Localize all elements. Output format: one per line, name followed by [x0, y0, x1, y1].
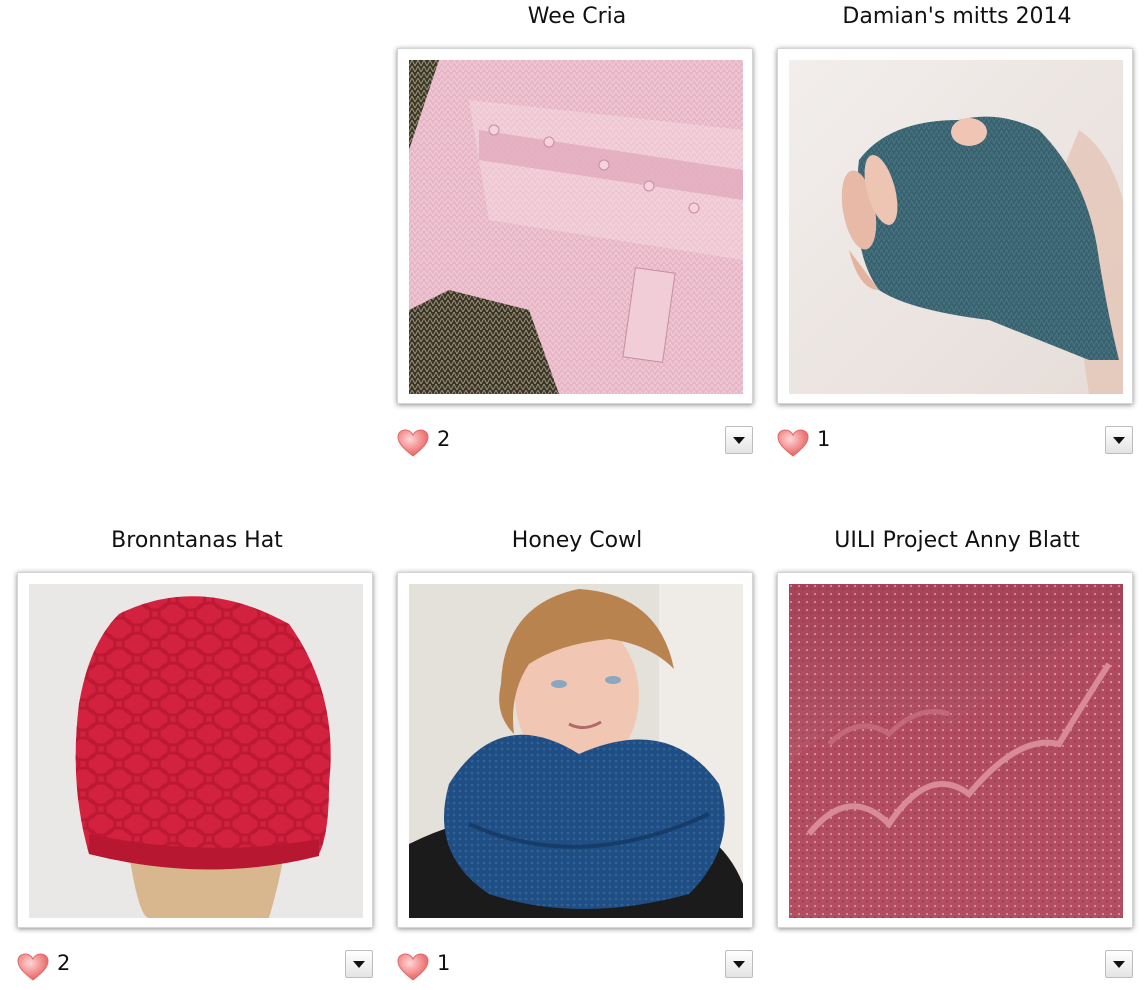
project-photo[interactable]: [789, 60, 1123, 394]
heart-icon[interactable]: [397, 429, 429, 457]
project-meta: 1: [777, 423, 1133, 457]
project-photo-frame[interactable]: [777, 572, 1133, 928]
project-meta: 2: [397, 423, 753, 457]
project-photo-frame[interactable]: [17, 572, 373, 928]
project-title[interactable]: Damian's mitts 2014: [777, 2, 1137, 32]
project-photo[interactable]: [789, 584, 1123, 918]
project-title[interactable]: Honey Cowl: [397, 526, 757, 556]
like-count[interactable]: 2: [57, 950, 70, 976]
project-title[interactable]: Wee Cria: [397, 2, 757, 32]
project-photo[interactable]: [409, 60, 743, 394]
chevron-down-icon[interactable]: [345, 950, 373, 978]
chevron-down-icon[interactable]: [1105, 950, 1133, 978]
project-meta: 1: [397, 947, 753, 981]
heart-icon[interactable]: [17, 953, 49, 981]
project-photo-frame[interactable]: [777, 48, 1133, 404]
project-title[interactable]: Bronntanas Hat: [17, 526, 377, 556]
project-photo[interactable]: [409, 584, 743, 918]
chevron-down-icon[interactable]: [725, 950, 753, 978]
project-photo[interactable]: [29, 584, 363, 918]
heart-icon[interactable]: [397, 953, 429, 981]
project-photo-frame[interactable]: [397, 48, 753, 404]
heart-icon[interactable]: [777, 429, 809, 457]
project-title[interactable]: UILI Project Anny Blatt: [777, 526, 1137, 556]
like-count[interactable]: 1: [817, 426, 830, 452]
project-meta: 2: [17, 947, 373, 981]
like-count[interactable]: 2: [437, 426, 450, 452]
like-count[interactable]: 1: [437, 950, 450, 976]
project-meta: [777, 947, 1133, 981]
project-photo-frame[interactable]: [397, 572, 753, 928]
chevron-down-icon[interactable]: [725, 426, 753, 454]
chevron-down-icon[interactable]: [1105, 426, 1133, 454]
